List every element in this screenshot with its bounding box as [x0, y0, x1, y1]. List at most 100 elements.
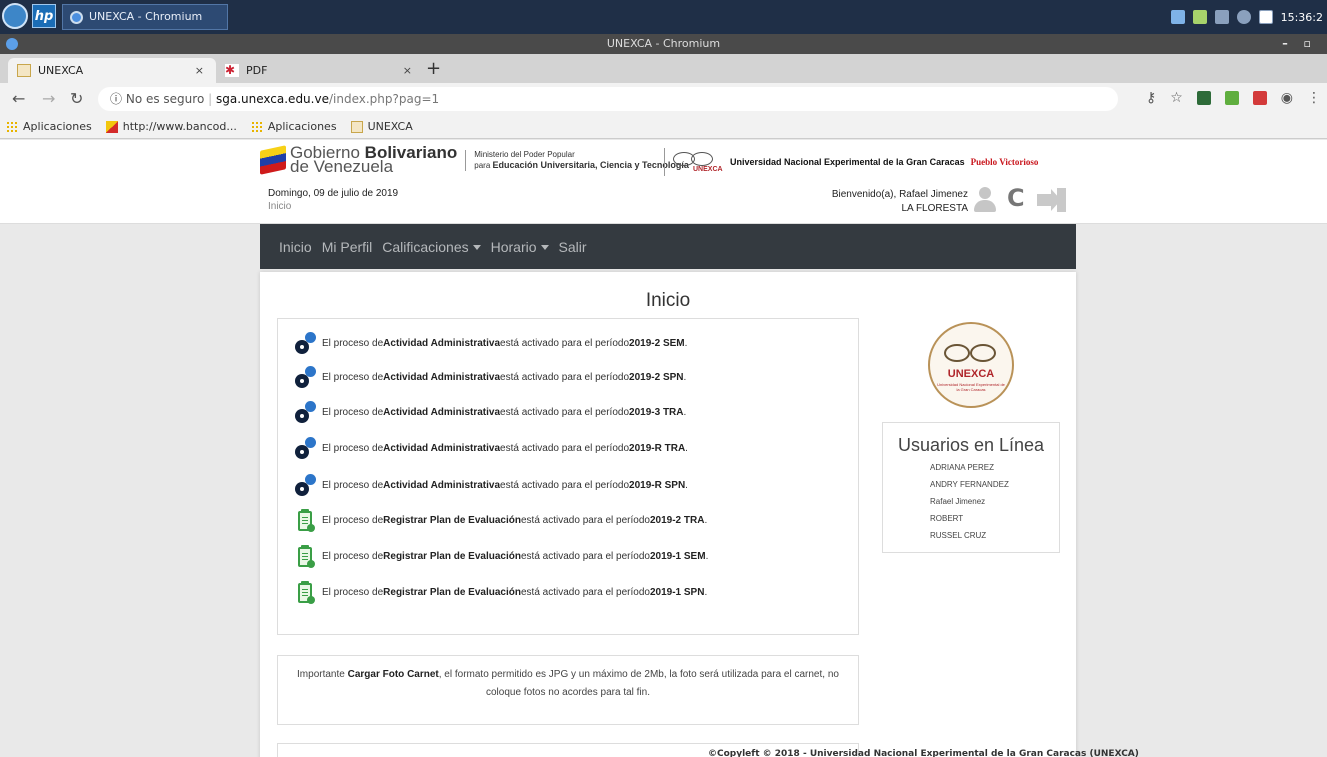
- main-content: Inicio El proceso de Actividad Administr…: [260, 272, 1076, 757]
- network-icon[interactable]: [1214, 10, 1229, 24]
- forward-icon[interactable]: →: [42, 89, 55, 108]
- extension-icon[interactable]: [1196, 91, 1211, 105]
- mail-icon[interactable]: [1258, 10, 1273, 24]
- nav-horario[interactable]: Horario: [491, 239, 549, 255]
- bookmarks-bar: Aplicaciones http://www.bancod... Aplica…: [0, 115, 1327, 139]
- process-period: 2019-R TRA: [629, 442, 686, 454]
- process-text: El proceso de: [322, 514, 384, 526]
- process-text: está activado para el período: [520, 586, 650, 598]
- process-item: El proceso de Registrar Plan de Evaluaci…: [295, 509, 707, 532]
- process-text: está activado para el período: [500, 442, 630, 454]
- online-users-panel: Usuarios en Línea ADRIANA PEREZ ANDRY FE…: [882, 422, 1060, 553]
- unexca-favicon-icon: [17, 64, 31, 77]
- welcome-location: LA FLORESTA: [901, 203, 968, 214]
- user-icon[interactable]: [973, 187, 997, 213]
- bookmark-bancod[interactable]: http://www.bancod...: [105, 120, 237, 133]
- process-period: 2019-1 SPN: [649, 586, 705, 598]
- process-name: Actividad Administrativa: [383, 479, 501, 491]
- tab-pdf[interactable]: ✱ PDF ×: [216, 58, 424, 83]
- logout-icon[interactable]: [1037, 188, 1069, 212]
- calendar-icon[interactable]: [1192, 10, 1207, 24]
- nav-mi-perfil[interactable]: Mi Perfil: [322, 239, 373, 255]
- volume-icon[interactable]: [1236, 10, 1251, 24]
- extension-icon[interactable]: [1252, 91, 1267, 105]
- notes-icon[interactable]: [1170, 10, 1185, 24]
- key-icon[interactable]: ⚷: [1146, 90, 1156, 106]
- process-text: .: [685, 479, 688, 491]
- tab-unexca[interactable]: UNEXCA ×: [8, 58, 216, 83]
- notice-text: , el formato permitido es JPG y un máxim…: [438, 669, 839, 698]
- taskbar-window-button[interactable]: UNEXCA - Chromium: [62, 4, 228, 30]
- close-icon[interactable]: ×: [195, 58, 204, 83]
- start-menu-icon[interactable]: [2, 3, 28, 29]
- extension-icon[interactable]: [1224, 91, 1239, 105]
- bookmark-label: Aplicaciones: [267, 120, 337, 133]
- new-tab-button[interactable]: +: [426, 58, 441, 79]
- online-user: ADRIANA PEREZ: [930, 463, 995, 472]
- bookmark-unexca[interactable]: UNEXCA: [350, 120, 413, 133]
- unexca-brand: UNEXCA Universidad Nacional Experimental…: [664, 148, 1038, 176]
- tab-label: UNEXCA: [38, 64, 84, 77]
- process-item: El proceso de Actividad Administrativa e…: [295, 401, 686, 423]
- process-name: Registrar Plan de Evaluación: [383, 514, 521, 526]
- process-text: El proceso de: [322, 479, 384, 491]
- pdf-favicon-icon: ✱: [225, 64, 239, 77]
- menu-icon[interactable]: ⋮: [1307, 90, 1321, 106]
- nav-calificaciones-label: Calificaciones: [382, 238, 469, 255]
- close-icon[interactable]: ×: [403, 58, 412, 83]
- university-name: Universidad Nacional Experimental de la …: [730, 157, 965, 167]
- welcome-user: Bienvenido(a), Rafael Jimenez: [831, 189, 968, 200]
- web-page: Gobierno Bolivariano de Venezuela Minist…: [0, 140, 1327, 757]
- nav-calificaciones[interactable]: Calificaciones: [382, 238, 481, 255]
- gears-icon: [295, 437, 317, 459]
- process-text: .: [705, 550, 709, 562]
- window-titlebar: UNEXCA - Chromium – ▫: [0, 34, 1327, 54]
- process-text: .: [684, 337, 688, 349]
- unexca-logo-text: UNEXCA: [693, 166, 723, 173]
- nav-inicio[interactable]: Inicio: [279, 239, 312, 255]
- process-name: Actividad Administrativa: [383, 406, 501, 418]
- process-text: El proceso de: [322, 337, 384, 349]
- ministerio-bold: Educación Universitaria, Ciencia y Tecno…: [492, 159, 689, 170]
- bookmark-apps-2[interactable]: Aplicaciones: [250, 120, 337, 133]
- bookmark-label: UNEXCA: [367, 120, 413, 133]
- process-item: El proceso de Actividad Administrativa e…: [295, 366, 686, 388]
- window-title: UNEXCA - Chromium: [606, 37, 721, 50]
- tab-label: PDF: [246, 64, 268, 77]
- back-icon[interactable]: ←: [12, 89, 25, 108]
- bookmark-label: Aplicaciones: [23, 120, 92, 133]
- process-text: está activado para el período: [520, 514, 650, 526]
- address-bar[interactable]: ⓘ No es seguro | sga.unexca.edu.ve/index…: [98, 87, 1118, 111]
- browser-toolbar: ← → ↻ ⓘ No es seguro | sga.unexca.edu.ve…: [0, 83, 1327, 115]
- process-period: 2019-R SPN: [629, 479, 686, 491]
- nav-salir[interactable]: Salir: [559, 239, 587, 255]
- star-icon[interactable]: ☆: [1170, 90, 1183, 106]
- process-text: está activado para el período: [500, 406, 630, 418]
- url-host: sga.unexca.edu.ve: [215, 92, 329, 106]
- welcome-text: Bienvenido(a), Rafael Jimenez LA FLOREST…: [780, 188, 968, 216]
- process-item: El proceso de Registrar Plan de Evaluaci…: [295, 581, 707, 604]
- unexca-logo-icon: UNEXCA: [664, 148, 724, 176]
- bookmark-apps[interactable]: Aplicaciones: [6, 120, 92, 133]
- profile-icon[interactable]: ◉: [1281, 90, 1293, 106]
- ministerio-line1: Ministerio del Poder Popular: [474, 149, 575, 159]
- info-icon[interactable]: ⓘ: [110, 92, 122, 106]
- apps-grid-icon: [6, 120, 18, 133]
- reload-icon[interactable]: ↻: [70, 89, 83, 108]
- os-taskbar: hp UNEXCA - Chromium 15:36:2: [0, 0, 1327, 34]
- bookmark-label: http://www.bancod...: [122, 120, 237, 133]
- online-user: ROBERT: [930, 514, 964, 523]
- process-text: .: [683, 371, 687, 383]
- notice-text: Importante: [297, 669, 348, 680]
- hp-logo-icon[interactable]: hp: [32, 4, 56, 28]
- clipboard-icon: [298, 581, 315, 604]
- window-controls[interactable]: – ▫: [1282, 34, 1317, 54]
- online-user: RUSSEL CRUZ: [930, 531, 987, 540]
- caret-down-icon: [540, 245, 549, 251]
- process-text: El proceso de: [322, 550, 384, 562]
- pueblo-victorioso-logo: Pueblo Victorioso: [970, 157, 1039, 167]
- notice-bold: Cargar Foto Carnet: [347, 669, 439, 680]
- clipboard-icon: [298, 545, 315, 568]
- security-label: No es seguro: [125, 92, 205, 106]
- refresh-icon[interactable]: C: [1007, 184, 1025, 212]
